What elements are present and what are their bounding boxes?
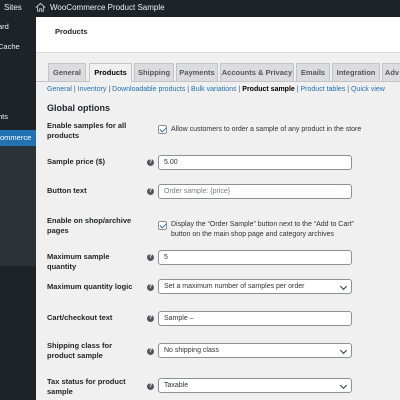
settings-tabs: General Products Shipping Payments Accou…	[48, 63, 400, 82]
tab-advanced[interactable]: Adv	[382, 63, 400, 81]
subnav-inventory[interactable]: Inventory	[78, 86, 107, 93]
tab-accounts-privacy[interactable]: Accounts & Privacy	[220, 63, 294, 81]
help-icon[interactable]: ?	[147, 315, 154, 322]
sample-price-input[interactable]: 5.00	[158, 155, 352, 170]
help-icon[interactable]: ?	[147, 254, 154, 261]
subnav-quick-view[interactable]: Quick view	[351, 86, 385, 93]
page-header: Products	[36, 17, 400, 53]
sidebar-item-woocommerce[interactable]: ommerce	[0, 130, 36, 146]
tab-payments[interactable]: Payments	[176, 63, 218, 81]
sidebar-item-label: Cache	[0, 42, 20, 51]
subnav-downloadable[interactable]: Downloadable products	[112, 86, 185, 93]
tab-products[interactable]: Products	[89, 63, 132, 82]
tab-general[interactable]: General	[48, 63, 86, 81]
subnav-product-sample[interactable]: Product sample	[242, 86, 295, 93]
help-icon[interactable]: ?	[147, 383, 154, 390]
admin-bar-sites-link[interactable]: Sites	[4, 3, 22, 12]
button-text-label: Button text	[47, 186, 87, 195]
enable-samples-checkbox[interactable]	[158, 125, 167, 134]
max-logic-select[interactable]: Set a maximum number of samples per orde…	[158, 279, 352, 294]
shipping-class-select[interactable]: No shipping class	[158, 343, 352, 358]
max-quantity-input[interactable]: 5	[158, 250, 352, 265]
subnav-general[interactable]: General	[47, 86, 72, 93]
enable-archive-label: Enable on shop/archive pages	[47, 216, 132, 235]
cart-text-label: Cart/checkout text	[47, 313, 113, 322]
help-icon[interactable]: ?	[147, 284, 154, 291]
button-text-input[interactable]: Order sample: {price}	[158, 184, 352, 199]
subnav-product-tables[interactable]: Product tables	[301, 86, 346, 93]
sidebar-item-label: ard	[0, 22, 9, 31]
home-icon[interactable]	[35, 2, 46, 13]
tax-status-label: Tax status for product sample	[47, 377, 126, 396]
tab-emails[interactable]: Emails	[296, 63, 330, 81]
sidebar-item-label: nts	[0, 112, 9, 121]
sidebar-item-cache[interactable]: Cache	[0, 42, 34, 51]
admin-bar: Sites WooCommerce Product Sample	[0, 0, 400, 17]
tab-integration[interactable]: Integration	[332, 63, 380, 81]
help-icon[interactable]: ?	[147, 348, 154, 355]
admin-sidebar: ard Cache nts ommerce	[0, 17, 36, 400]
max-quantity-label: Maximum sample quantity	[47, 252, 110, 271]
tab-shipping[interactable]: Shipping	[134, 63, 174, 81]
admin-bar-site-title[interactable]: WooCommerce Product Sample	[50, 3, 165, 12]
sample-price-label: Sample price ($)	[47, 157, 105, 166]
max-logic-label: Maximum quantity logic	[47, 282, 133, 291]
sidebar-item-label: ommerce	[0, 133, 32, 142]
tax-status-value: Taxable	[164, 382, 189, 389]
sidebar-item-dashboard[interactable]: ard	[0, 22, 34, 31]
enable-archive-checkbox[interactable]	[158, 221, 167, 230]
section-title: Global options	[47, 103, 110, 113]
enable-archive-text[interactable]: Display the “Order Sample” button next t…	[171, 220, 363, 240]
enable-samples-label: Enable samples for all products	[47, 121, 127, 140]
cart-text-input[interactable]: Sample –	[158, 311, 352, 326]
sidebar-submenu	[0, 146, 36, 266]
tax-status-select[interactable]: Taxable	[158, 378, 352, 393]
max-logic-value: Set a maximum number of samples per orde…	[164, 283, 305, 290]
help-icon[interactable]: ?	[147, 188, 154, 195]
page-title: Products	[55, 27, 88, 36]
shipping-class-label: Shipping class for product sample	[47, 341, 113, 360]
help-icon[interactable]: ?	[147, 159, 154, 166]
sidebar-item-comments[interactable]: nts	[0, 112, 34, 121]
enable-samples-text[interactable]: Allow customers to order a sample of any…	[171, 125, 371, 135]
section-subnav: General | Inventory | Downloadable produ…	[47, 86, 385, 93]
subnav-bulk-variations[interactable]: Bulk variations	[191, 86, 237, 93]
shipping-class-value: No shipping class	[164, 347, 219, 354]
